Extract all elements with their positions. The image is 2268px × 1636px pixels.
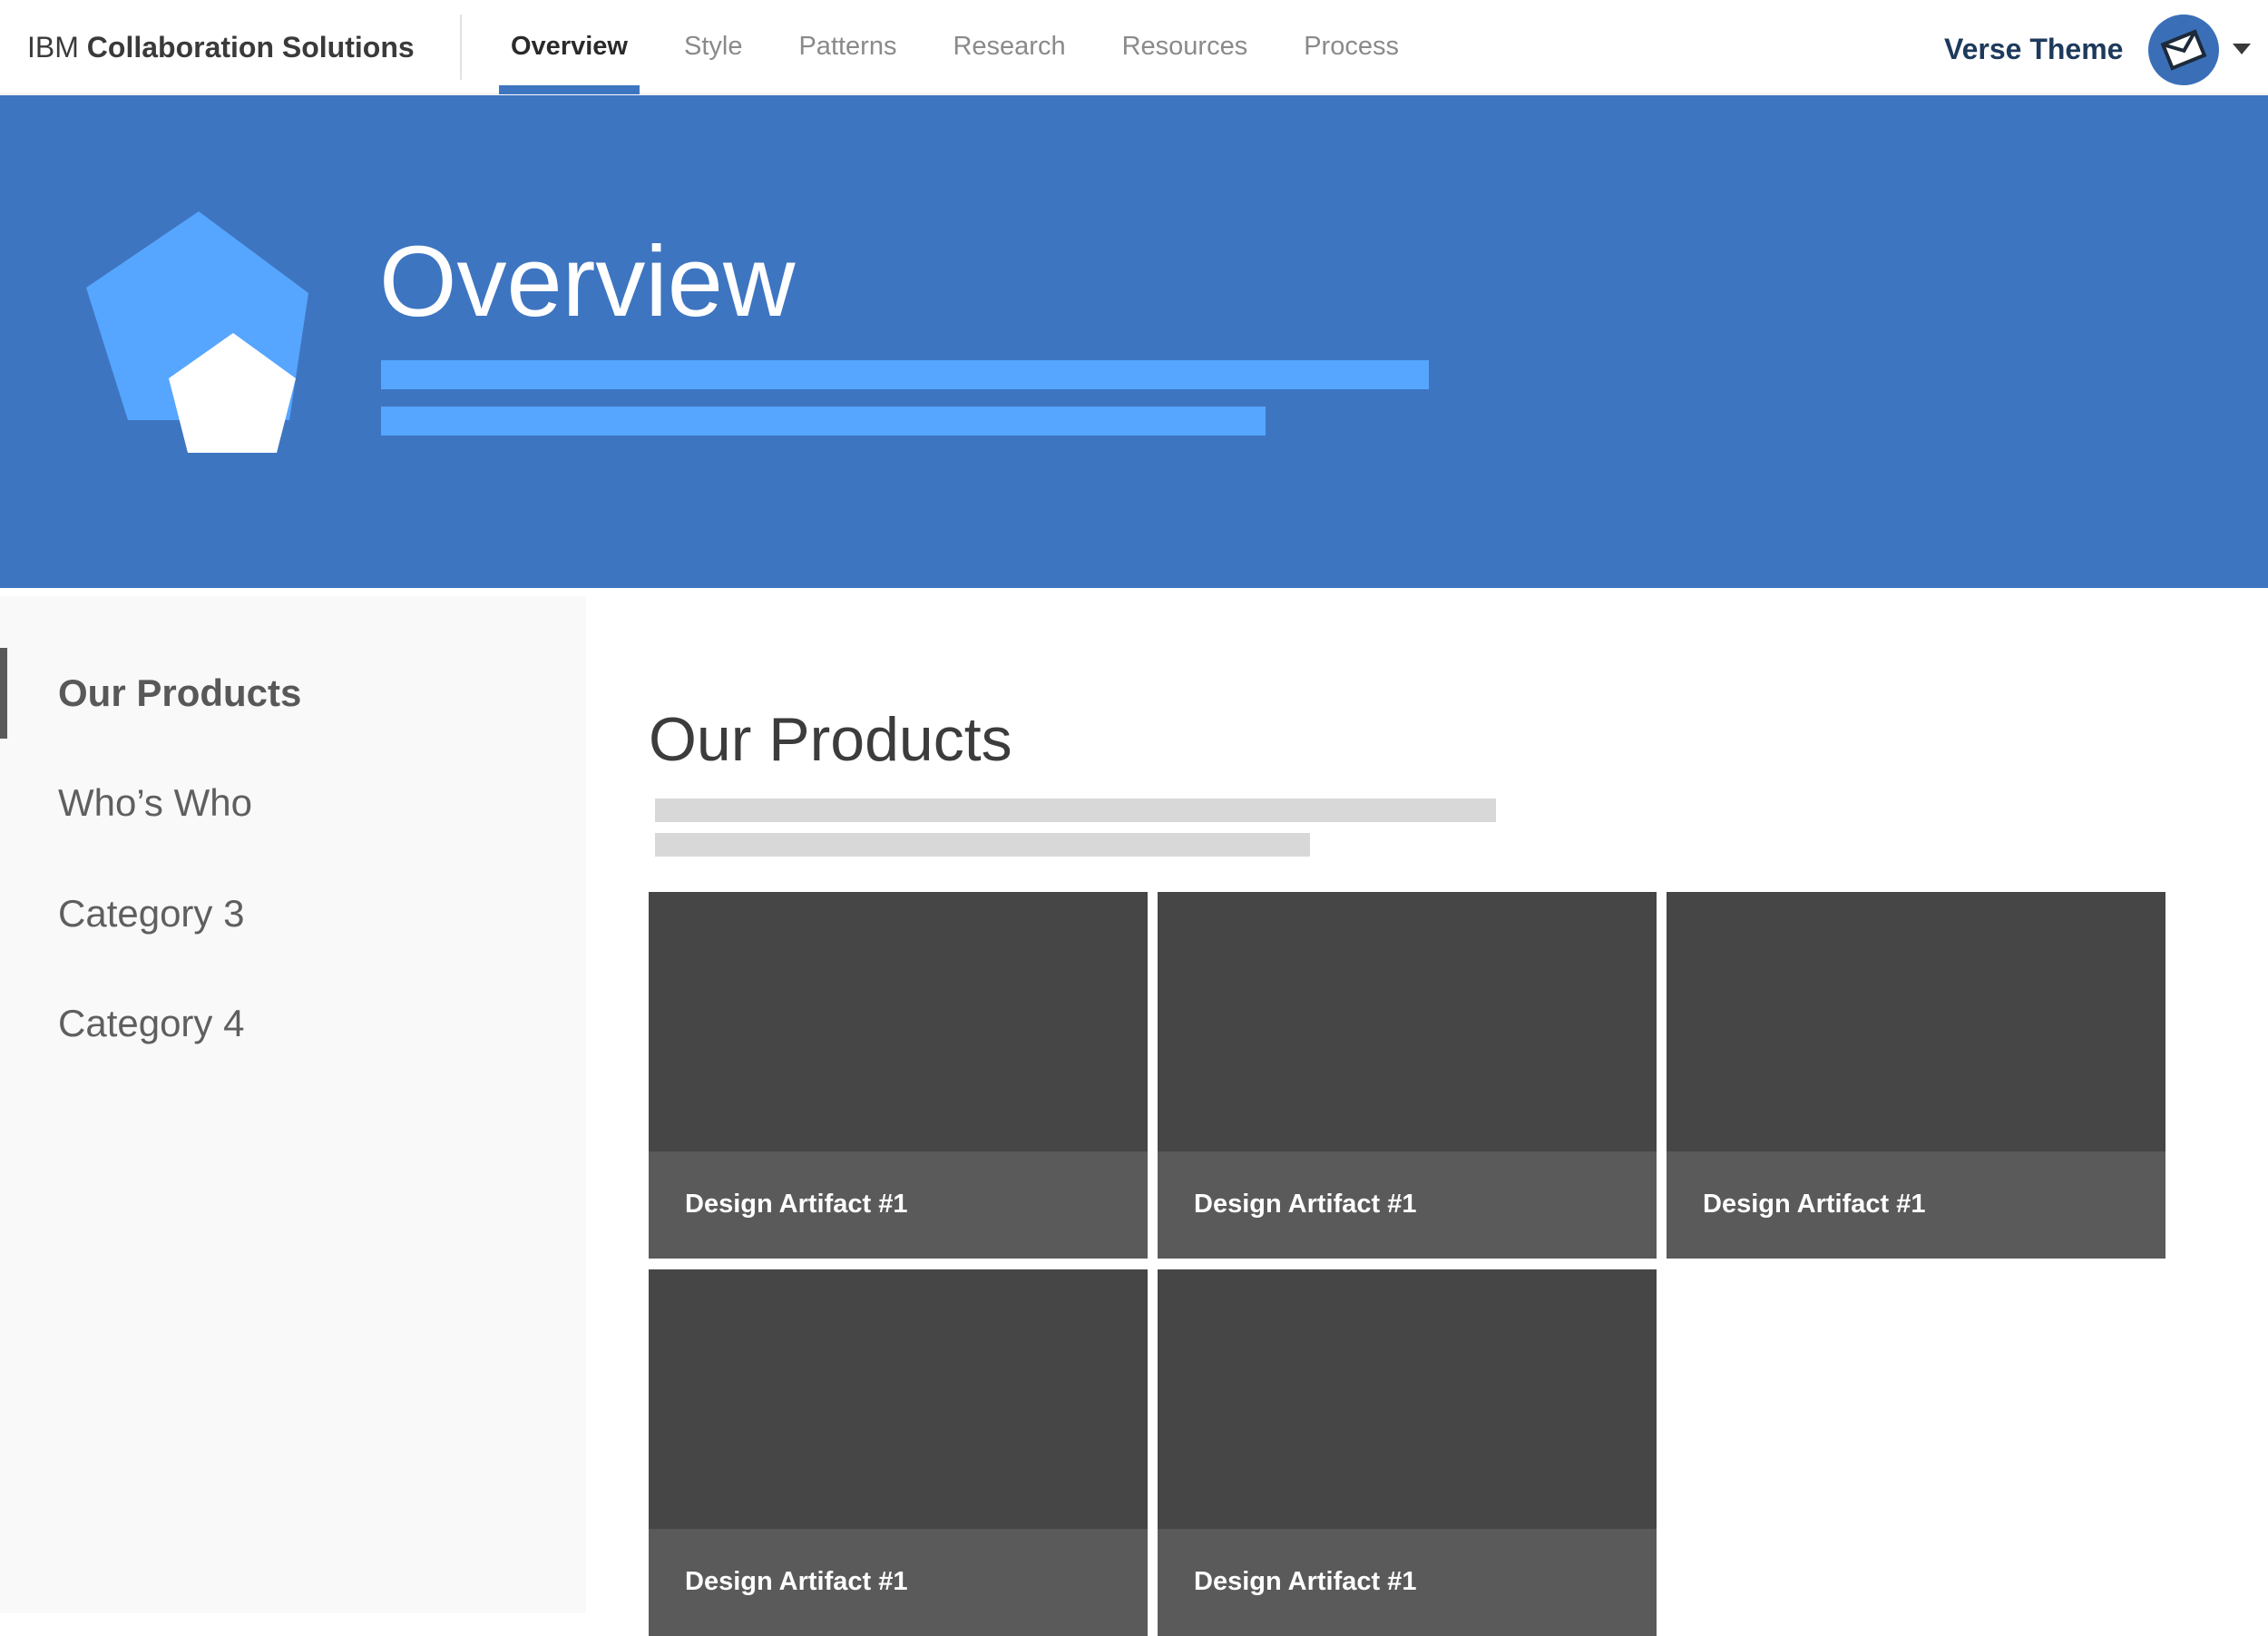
sidebar-item-our-products[interactable]: Our Products bbox=[0, 648, 586, 739]
pentagon-logo-icon bbox=[86, 211, 308, 453]
product-card[interactable]: Design Artifact #1 bbox=[1158, 892, 1657, 1259]
card-footer: Design Artifact #1 bbox=[649, 1529, 1148, 1636]
card-footer: Design Artifact #1 bbox=[649, 1151, 1148, 1259]
section-description-placeholder-line bbox=[655, 833, 1310, 857]
card-footer: Design Artifact #1 bbox=[1667, 1151, 2165, 1259]
nav-tab-research[interactable]: Research bbox=[941, 0, 1077, 94]
brand-title[interactable]: IBM Collaboration Solutions bbox=[27, 27, 415, 67]
category-sidebar: Our Products Who’s Who Category 3 Catego… bbox=[0, 596, 586, 1613]
nav-tab-process[interactable]: Process bbox=[1292, 0, 1411, 94]
sidebar-item-whos-who[interactable]: Who’s Who bbox=[0, 758, 586, 848]
main-nav: Overview Style Patterns Research Resourc… bbox=[499, 0, 1443, 94]
nav-tab-style[interactable]: Style bbox=[672, 0, 754, 94]
product-card[interactable]: Design Artifact #1 bbox=[649, 892, 1148, 1259]
section-description-placeholder-line bbox=[655, 798, 1496, 822]
product-card[interactable]: Design Artifact #1 bbox=[649, 1269, 1148, 1636]
nav-tab-overview[interactable]: Overview bbox=[499, 0, 640, 94]
card-title: Design Artifact #1 bbox=[1194, 1567, 1417, 1596]
hero-description-placeholder-line bbox=[381, 407, 1266, 436]
card-title: Design Artifact #1 bbox=[685, 1190, 908, 1219]
nav-tab-patterns[interactable]: Patterns bbox=[787, 0, 908, 94]
caret-down-icon[interactable] bbox=[2233, 44, 2251, 54]
product-card[interactable]: Design Artifact #1 bbox=[1667, 892, 2165, 1259]
hero-description-placeholder-line bbox=[381, 360, 1429, 389]
brand-prefix: IBM bbox=[27, 31, 79, 64]
hero-banner: Overview bbox=[0, 95, 2268, 588]
card-footer: Design Artifact #1 bbox=[1158, 1529, 1657, 1636]
verse-envelope-icon bbox=[2160, 29, 2207, 71]
card-title: Design Artifact #1 bbox=[685, 1567, 908, 1596]
card-title: Design Artifact #1 bbox=[1194, 1190, 1417, 1219]
product-card[interactable]: Design Artifact #1 bbox=[1158, 1269, 1657, 1636]
brand-divider bbox=[460, 15, 462, 80]
card-title: Design Artifact #1 bbox=[1703, 1190, 1926, 1219]
theme-switcher-label[interactable]: Verse Theme bbox=[1944, 29, 2123, 69]
section-title: Our Products bbox=[649, 705, 1012, 774]
sidebar-item-category-4[interactable]: Category 4 bbox=[0, 978, 586, 1069]
nav-tab-resources[interactable]: Resources bbox=[1110, 0, 1260, 94]
theme-avatar-button[interactable] bbox=[2148, 15, 2219, 85]
top-navigation-bar: IBM Collaboration Solutions Overview Sty… bbox=[0, 0, 2268, 94]
hero-title: Overview bbox=[379, 226, 796, 338]
brand-name: Collaboration Solutions bbox=[86, 31, 415, 64]
sidebar-item-category-3[interactable]: Category 3 bbox=[0, 868, 586, 959]
card-footer: Design Artifact #1 bbox=[1158, 1151, 1657, 1259]
